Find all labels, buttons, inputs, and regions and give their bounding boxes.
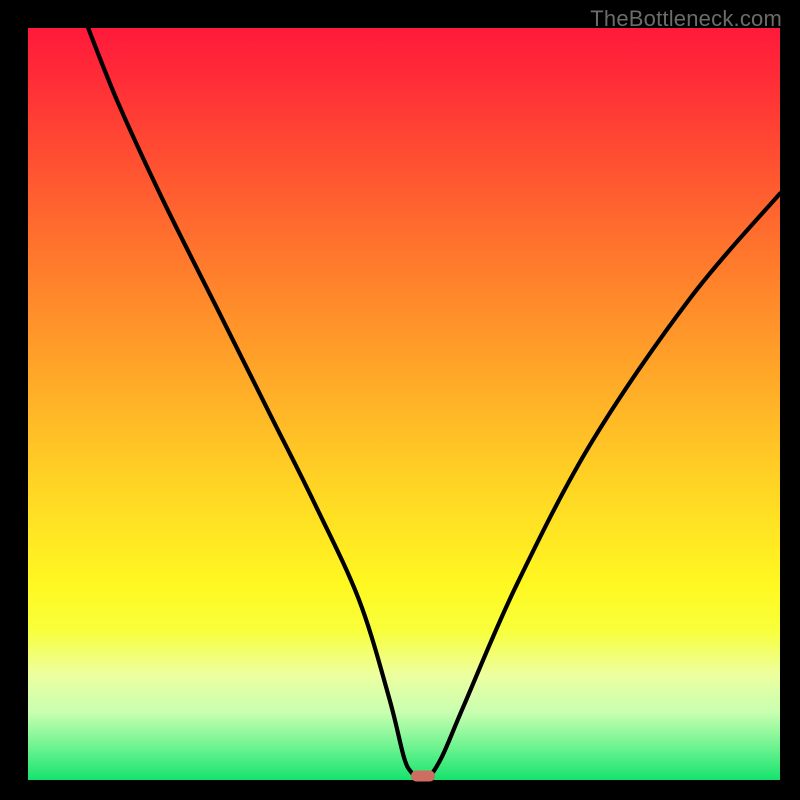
plot-area (28, 28, 780, 780)
bottleneck-curve (88, 28, 780, 780)
chart-frame: TheBottleneck.com (0, 0, 800, 800)
curve-svg (28, 28, 780, 780)
min-marker (411, 771, 435, 782)
